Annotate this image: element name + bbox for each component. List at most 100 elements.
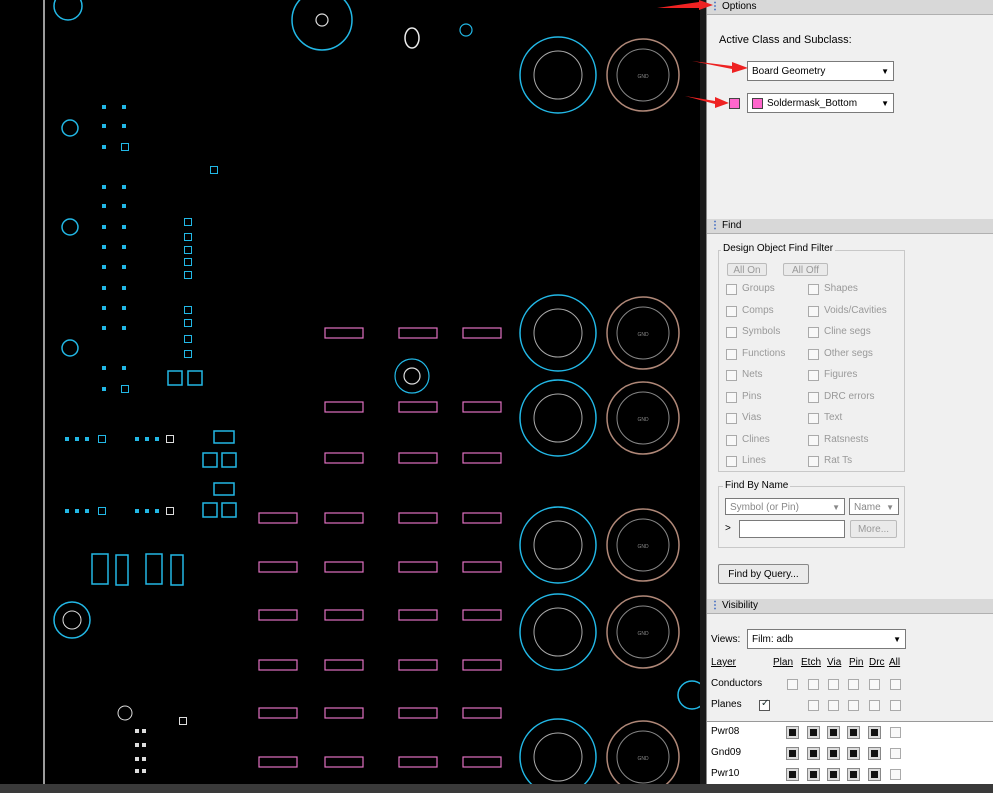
- smd-pad: [462, 659, 502, 671]
- filter-checkbox-rat-ts[interactable]: [808, 456, 819, 467]
- filter-checkbox-text[interactable]: [808, 413, 819, 424]
- layer-checkbox[interactable]: [868, 768, 881, 781]
- vis-checkbox[interactable]: [808, 679, 819, 690]
- vis-checkbox[interactable]: [890, 700, 901, 711]
- small-pad: [102, 286, 106, 290]
- layer-checkbox[interactable]: [827, 747, 840, 760]
- small-pad: [122, 245, 126, 249]
- filter-checkbox-comps[interactable]: [726, 305, 737, 317]
- layer-checkbox[interactable]: [890, 769, 901, 780]
- smd-pad: [398, 659, 438, 671]
- small-pad: [122, 185, 126, 189]
- find-mode-dropdown[interactable]: Name ▼: [849, 498, 899, 515]
- layer-checkbox[interactable]: [847, 747, 860, 760]
- layer-checkbox[interactable]: [847, 768, 860, 781]
- pad-label: GND: [637, 417, 649, 423]
- filter-checkbox-other-segs[interactable]: [808, 348, 819, 360]
- smd-pad: [258, 659, 298, 671]
- small-pad: [102, 124, 106, 128]
- filter-checkbox-vias[interactable]: [726, 413, 737, 424]
- small-pad: [184, 218, 192, 226]
- smd-pad: [324, 401, 364, 413]
- filter-checkbox-cline-segs[interactable]: [808, 327, 819, 338]
- small-pad: [135, 729, 139, 733]
- filter-checkbox-pins[interactable]: [726, 391, 737, 403]
- small-pad: [102, 306, 106, 310]
- status-strip: [0, 784, 993, 793]
- dropdown-arrow-icon: ▼: [832, 503, 840, 512]
- smd-pad: [258, 756, 298, 768]
- filter-checkbox-shapes[interactable]: [808, 284, 819, 295]
- class-dropdown[interactable]: Board Geometry ▼: [747, 61, 894, 81]
- small-pad: [65, 437, 69, 441]
- filter-checkbox-functions[interactable]: [726, 348, 737, 360]
- layer-checkbox[interactable]: [868, 747, 881, 760]
- smd-pad: [462, 512, 502, 524]
- pcb-canvas[interactable]: GND GND GND GND GND GND: [0, 0, 706, 793]
- filter-checkbox-ratsnests[interactable]: [808, 434, 819, 446]
- all-off-button[interactable]: All Off: [783, 263, 828, 276]
- smd-pad: [258, 707, 298, 719]
- small-pad: [142, 769, 146, 773]
- vis-checkbox[interactable]: [890, 679, 901, 690]
- find-type-value: Symbol (or Pin): [730, 502, 799, 513]
- dropdown-arrow-icon: ▼: [893, 635, 901, 644]
- vis-checkbox[interactable]: [869, 700, 880, 711]
- options-header[interactable]: ⋮ Options: [707, 0, 993, 15]
- more-button[interactable]: More...: [850, 520, 897, 538]
- vis-checkbox[interactable]: [848, 679, 859, 690]
- filter-checkbox-groups[interactable]: [726, 284, 737, 295]
- column-header-pin: Pin: [849, 657, 864, 668]
- layer-checkbox[interactable]: [868, 726, 881, 739]
- column-header-all: All: [889, 657, 901, 668]
- component: [145, 553, 163, 585]
- small-pad: [166, 435, 174, 443]
- layer-checkbox[interactable]: [786, 768, 799, 781]
- filter-checkbox-figures[interactable]: [808, 370, 819, 381]
- layer-checkbox[interactable]: [807, 747, 820, 760]
- mounting-hole: [61, 339, 79, 357]
- vis-checkbox[interactable]: [787, 679, 798, 690]
- layer-checkbox[interactable]: [827, 768, 840, 781]
- views-dropdown[interactable]: Film: adb ▼: [747, 629, 906, 649]
- vis-checkbox[interactable]: [869, 679, 880, 690]
- vis-checkbox[interactable]: [759, 698, 770, 711]
- subclass-dropdown[interactable]: Soldermask_Bottom ▼: [747, 93, 894, 113]
- annotation-arrow: [692, 61, 748, 73]
- all-on-button[interactable]: All On: [727, 263, 767, 276]
- filter-checkbox-voids-cavities[interactable]: [808, 305, 819, 317]
- layer-checkbox[interactable]: [890, 748, 901, 759]
- layer-checkbox[interactable]: [786, 747, 799, 760]
- vis-row-label: Planes: [711, 699, 742, 710]
- layer-checkbox[interactable]: [807, 768, 820, 781]
- find-name-input[interactable]: [739, 520, 845, 538]
- smd-pad: [324, 609, 364, 621]
- layer-checkbox[interactable]: [890, 727, 901, 738]
- layer-checkbox[interactable]: [827, 726, 840, 739]
- find-type-dropdown[interactable]: Symbol (or Pin) ▼: [725, 498, 845, 515]
- smd-pad: [398, 452, 438, 464]
- vis-checkbox[interactable]: [808, 700, 819, 711]
- filter-checkbox-drc-errors[interactable]: [808, 391, 819, 403]
- vis-checkbox[interactable]: [828, 679, 839, 690]
- vis-checkbox[interactable]: [828, 700, 839, 711]
- layer-checkbox[interactable]: [807, 726, 820, 739]
- layer-checkbox[interactable]: [786, 726, 799, 739]
- filter-checkbox-clines[interactable]: [726, 434, 737, 446]
- filter-checkbox-nets[interactable]: [726, 370, 737, 381]
- small-pad: [122, 225, 126, 229]
- filter-checkbox-symbols[interactable]: [726, 327, 737, 338]
- visibility-header[interactable]: ⋮ Visibility: [707, 599, 993, 614]
- grip-icon: ⋮: [710, 220, 720, 231]
- filter-label: Nets: [742, 369, 763, 380]
- find-by-query-button[interactable]: Find by Query...: [718, 564, 809, 584]
- vis-checkbox[interactable]: [848, 700, 859, 711]
- find-header[interactable]: ⋮ Find: [707, 219, 993, 234]
- layer-checkbox[interactable]: [847, 726, 860, 739]
- small-pad: [145, 509, 149, 513]
- filter-checkbox-lines[interactable]: [726, 456, 737, 467]
- connector-pad: [519, 36, 597, 114]
- dropdown-arrow-icon: ▼: [881, 67, 889, 76]
- small-pad: [122, 204, 126, 208]
- connector-pad: [533, 308, 583, 358]
